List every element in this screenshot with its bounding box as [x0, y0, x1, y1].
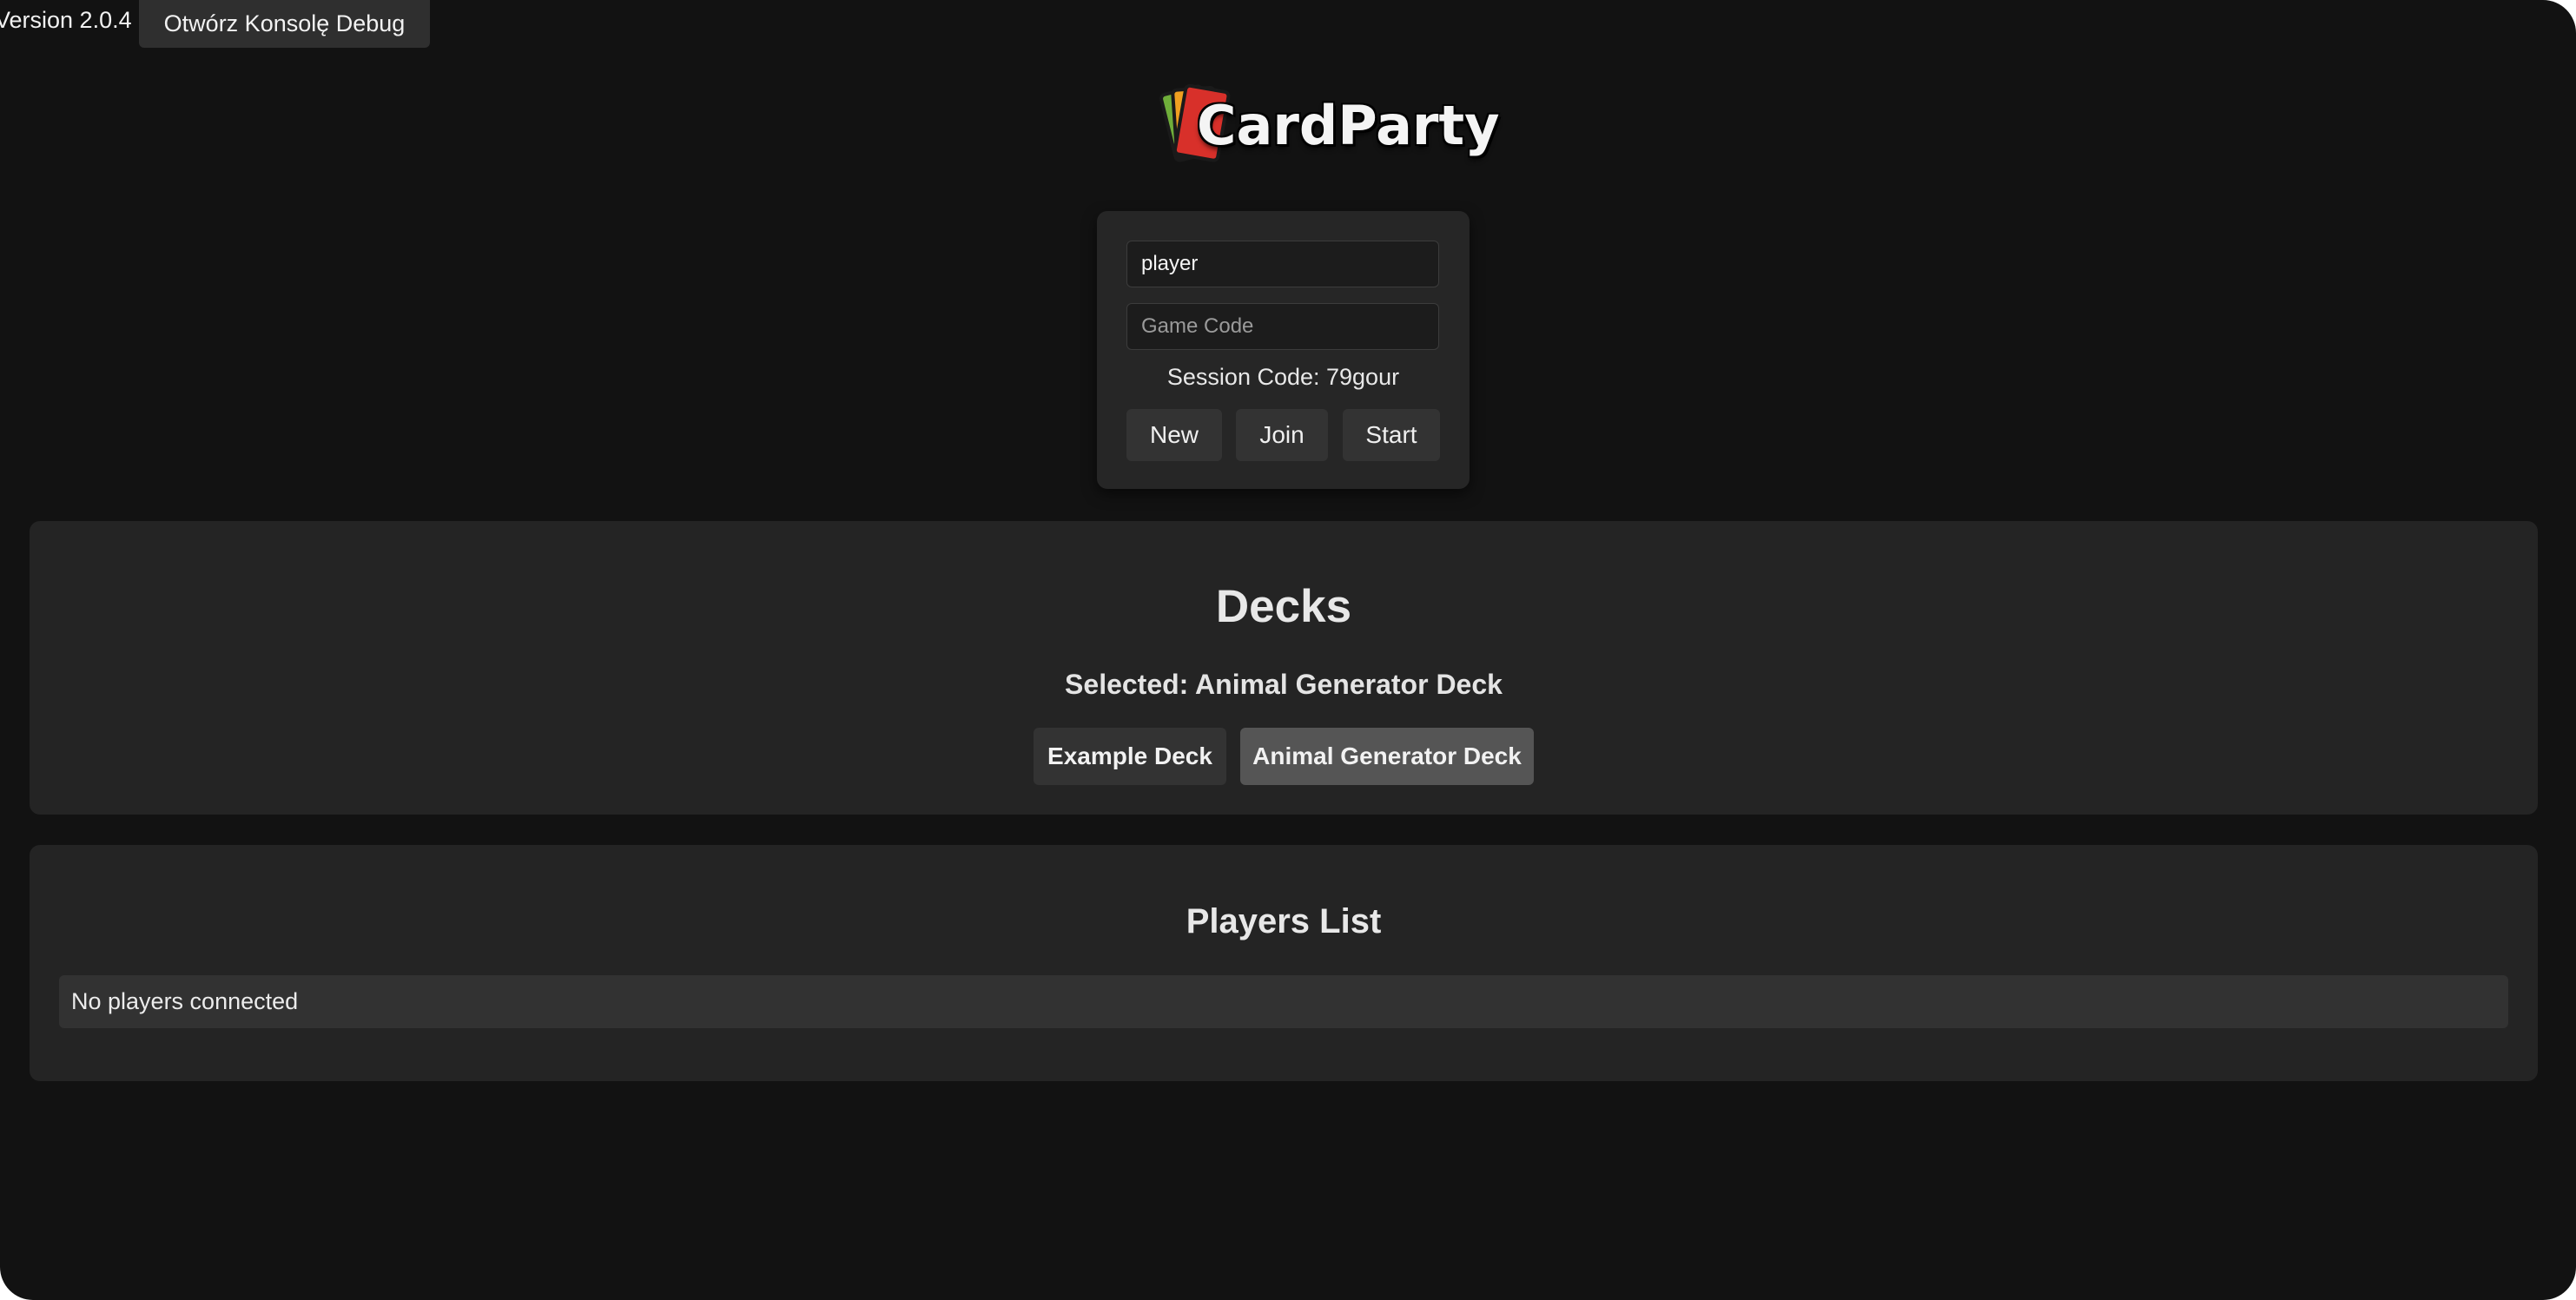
logo-text: CardParty: [1197, 94, 1500, 157]
cardparty-logo: CardParty: [1134, 78, 1500, 178]
app-window: Version 2.0.4 Otwórz Konsolę Debug CardP…: [0, 0, 2576, 1300]
deck-button-example[interactable]: Example Deck: [1034, 728, 1226, 785]
version-label: Version 2.0.4: [0, 7, 132, 33]
players-panel: Players List No players connected: [30, 845, 2538, 1081]
start-button[interactable]: Start: [1343, 409, 1440, 461]
player-name-input[interactable]: [1126, 241, 1439, 287]
players-list-title: Players List: [1186, 902, 1382, 940]
session-code-text: Session Code: 79gour: [1166, 364, 1400, 390]
session-card: Session Code: 79gour New Join Start: [1097, 211, 1470, 489]
open-debug-console-button[interactable]: Otwórz Konsolę Debug: [139, 0, 430, 48]
session-code-label: Session Code: 79gour: [1097, 364, 1470, 391]
deck-button-animal-generator[interactable]: Animal Generator Deck: [1240, 728, 1534, 785]
selected-deck-label: Selected: Animal Generator Deck: [1065, 669, 1503, 700]
decks-panel: Decks Selected: Animal Generator Deck Ex…: [30, 521, 2538, 815]
decks-title: Decks: [1215, 581, 1352, 632]
players-empty-message: No players connected: [59, 975, 2508, 1028]
new-button[interactable]: New: [1126, 409, 1222, 461]
game-code-input[interactable]: [1126, 303, 1439, 350]
join-button[interactable]: Join: [1236, 409, 1328, 461]
